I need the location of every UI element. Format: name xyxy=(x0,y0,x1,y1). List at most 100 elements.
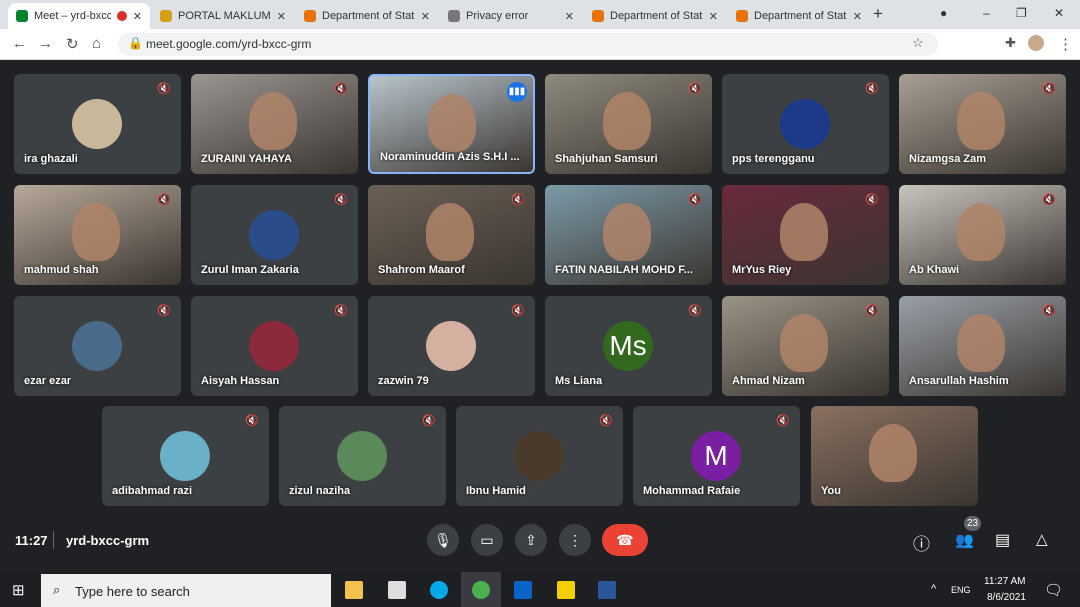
activities-icon[interactable]: △ xyxy=(1036,530,1048,548)
mic-button[interactable]: 🎙 xyxy=(427,524,459,556)
participant-tile[interactable]: zazwin 79 🔇 xyxy=(368,296,535,396)
participant-tile[interactable]: Nizamgsa Zam 🔇 xyxy=(899,74,1066,174)
tab-title: Department of Stati xyxy=(322,10,415,22)
participant-tile[interactable]: Ibnu Hamid 🔇 xyxy=(456,406,623,506)
mic-muted-icon: 🔇 xyxy=(688,194,702,206)
participant-tile[interactable]: Ab Khawi 🔇 xyxy=(899,185,1066,285)
participant-name: Ab Khawi xyxy=(909,264,960,276)
bookmark-star-icon[interactable]: ☆ xyxy=(912,35,924,51)
word-icon[interactable] xyxy=(598,581,616,599)
participant-video xyxy=(780,314,828,372)
participant-tile[interactable]: zizul naziha 🔇 xyxy=(279,406,446,506)
mic-muted-icon: 🔇 xyxy=(688,305,702,317)
browser-tab[interactable]: Department of Stati ✕ xyxy=(296,3,438,29)
menu-icon[interactable]: ⋮ xyxy=(1058,35,1073,53)
participant-tile[interactable]: mahmud shah 🔇 xyxy=(14,185,181,285)
participant-name: zazwin 79 xyxy=(378,375,429,387)
taskbar-search-input[interactable]: ⌕ Type here to search xyxy=(41,574,331,607)
store-icon[interactable] xyxy=(388,581,406,599)
tray-chevron-icon[interactable]: ^ xyxy=(931,583,936,595)
mic-muted-icon: 🔇 xyxy=(865,194,879,206)
browser-tab[interactable]: PORTAL MAKLUMAT ✕ xyxy=(152,3,294,29)
url-input[interactable]: 🔒 meet.google.com/yrd-bxcc-grm xyxy=(118,33,938,56)
close-tab-icon[interactable]: ✕ xyxy=(565,10,574,23)
participant-video xyxy=(603,203,651,261)
participant-tile[interactable]: Noraminuddin Azis S.H.I ... ▮▮▮ xyxy=(368,74,535,174)
present-button[interactable]: ⇪ xyxy=(515,524,547,556)
participant-video xyxy=(249,92,297,150)
participant-tile[interactable]: M Mohammad Rafaie 🔇 xyxy=(633,406,800,506)
chat-icon[interactable]: ▤ xyxy=(995,530,1010,550)
participant-tile[interactable]: ZURAINI YAHAYA 🔇 xyxy=(191,74,358,174)
mic-muted-icon: 🔇 xyxy=(1042,305,1056,317)
camera-button[interactable]: ▭ xyxy=(471,524,503,556)
forward-icon[interactable]: → xyxy=(38,35,53,52)
file-explorer-icon[interactable] xyxy=(345,581,363,599)
mic-muted-icon: 🔇 xyxy=(157,194,171,206)
minimize-icon[interactable]: – xyxy=(983,6,990,20)
participant-name: You xyxy=(821,485,841,497)
participant-tile[interactable]: pps terengganu 🔇 xyxy=(722,74,889,174)
browser-tab[interactable]: Meet – yrd-bxcc ✕ xyxy=(8,3,150,29)
language-indicator[interactable]: ENG xyxy=(951,585,971,595)
participant-avatar xyxy=(426,321,476,371)
clock-time[interactable]: 11:27 AM xyxy=(984,576,1026,587)
search-icon: ⌕ xyxy=(53,582,61,597)
participant-video xyxy=(957,314,1005,372)
people-icon[interactable]: 👥 xyxy=(955,531,974,549)
tab-search-icon[interactable]: ● xyxy=(940,6,947,20)
extensions-icon[interactable]: ✚ xyxy=(1005,35,1016,51)
participant-name: zizul naziha xyxy=(289,485,351,497)
participant-tile[interactable]: Ahmad Nizam 🔇 xyxy=(722,296,889,396)
mic-muted-icon: 🔇 xyxy=(334,194,348,206)
browser-tab[interactable]: Department of Stati ✕ xyxy=(584,3,726,29)
close-tab-icon[interactable]: ✕ xyxy=(277,10,286,23)
participant-tile[interactable]: FATIN NABILAH MOHD F... 🔇 xyxy=(545,185,712,285)
reload-icon[interactable]: ↻ xyxy=(66,35,79,53)
clock-date[interactable]: 8/6/2021 xyxy=(987,592,1026,603)
participant-video xyxy=(426,203,474,261)
browser-tab[interactable]: Privacy error ✕ xyxy=(440,3,582,29)
windows-taskbar: ⊞ ⌕ Type here to search ^ ENG 11:27 AM 8/… xyxy=(0,572,1080,607)
close-tab-icon[interactable]: ✕ xyxy=(133,10,142,23)
outlook-icon[interactable] xyxy=(514,581,532,599)
leave-call-button[interactable]: ☎ xyxy=(602,524,648,556)
participant-name: Mohammad Rafaie xyxy=(643,485,741,497)
close-tab-icon[interactable]: ✕ xyxy=(853,10,862,23)
participant-tile[interactable]: Ansarullah Hashim 🔇 xyxy=(899,296,1066,396)
tab-favicon xyxy=(448,10,460,22)
participant-tile[interactable]: MrYus Riey 🔇 xyxy=(722,185,889,285)
more-options-button[interactable]: ⋮ xyxy=(559,524,591,556)
chrome-icon[interactable] xyxy=(472,581,490,599)
participant-tile[interactable]: Aisyah Hassan 🔇 xyxy=(191,296,358,396)
close-window-icon[interactable]: ✕ xyxy=(1054,6,1064,20)
restore-icon[interactable]: ❐ xyxy=(1016,6,1027,20)
sticky-notes-icon[interactable] xyxy=(557,581,575,599)
tab-title: Department of Stati xyxy=(754,10,847,22)
new-tab-button[interactable]: + xyxy=(873,4,883,24)
participant-tile[interactable]: You xyxy=(811,406,978,506)
skype-icon[interactable] xyxy=(430,581,448,599)
meeting-controls: 11:27 yrd-bxcc-grm 🎙 ▭ ⇪ ⋮ ☎ ⓘ 👥 23 ▤ △ xyxy=(0,512,1080,572)
lock-icon: 🔒 xyxy=(128,36,143,50)
participant-tile[interactable]: Zurul Iman Zakaria 🔇 xyxy=(191,185,358,285)
participant-tile[interactable]: ira ghazali 🔇 xyxy=(14,74,181,174)
close-tab-icon[interactable]: ✕ xyxy=(709,10,718,23)
back-icon[interactable]: ← xyxy=(12,35,27,52)
info-icon[interactable]: ⓘ xyxy=(913,530,930,555)
mic-muted-icon: 🔇 xyxy=(422,415,436,427)
mic-muted-icon: 🔇 xyxy=(245,415,259,427)
participant-name: FATIN NABILAH MOHD F... xyxy=(555,264,693,276)
participant-tile[interactable]: Shahrom Maarof 🔇 xyxy=(368,185,535,285)
participant-tile[interactable]: Shahjuhan Samsuri 🔇 xyxy=(545,74,712,174)
notifications-icon[interactable]: 🗨 xyxy=(1044,581,1063,599)
profile-avatar[interactable] xyxy=(1028,35,1044,51)
participant-tile[interactable]: Ms Ms Liana 🔇 xyxy=(545,296,712,396)
participant-tile[interactable]: adibahmad razi 🔇 xyxy=(102,406,269,506)
browser-tab[interactable]: Department of Stati ✕ xyxy=(728,3,870,29)
tab-favicon xyxy=(304,10,316,22)
windows-start-icon[interactable]: ⊞ xyxy=(12,581,25,599)
close-tab-icon[interactable]: ✕ xyxy=(421,10,430,23)
home-icon[interactable]: ⌂ xyxy=(92,35,101,52)
participant-tile[interactable]: ezar ezar 🔇 xyxy=(14,296,181,396)
